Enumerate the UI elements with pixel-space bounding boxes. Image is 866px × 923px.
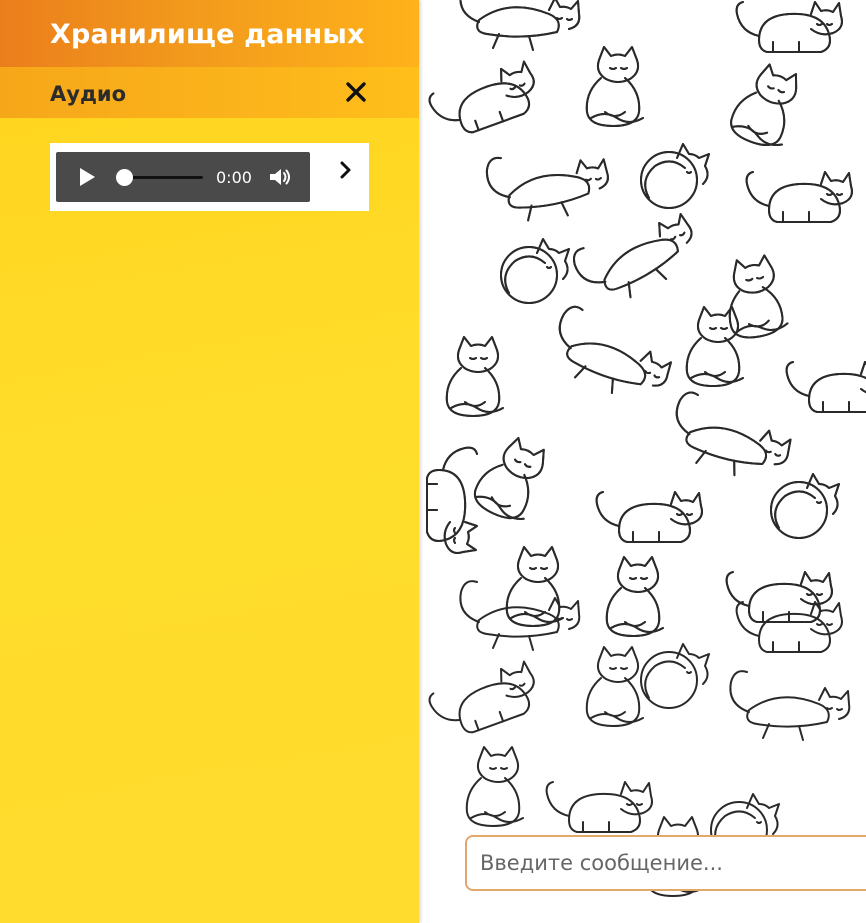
time-label: 0:00 [216,168,252,187]
cat-pattern-background [426,0,866,897]
volume-button[interactable] [268,166,292,188]
audio-item-card: 0:00 [50,143,369,211]
close-icon [346,82,366,102]
play-button[interactable] [76,166,98,188]
chat-area [419,0,866,923]
app-root: Хранилище данных Аудио 0:00 [0,0,866,923]
next-button[interactable] [338,160,354,180]
close-button[interactable] [344,80,368,104]
section-bar: Аудио [0,67,419,118]
chevron-right-icon [340,161,351,179]
volume-icon [270,169,290,185]
seek-thumb[interactable] [116,169,133,186]
play-icon [80,168,95,186]
panel-title: Хранилище данных [50,19,365,50]
storage-panel: Хранилище данных Аудио 0:00 [0,0,419,923]
audio-player[interactable]: 0:00 [56,152,310,202]
section-title: Аудио [50,82,127,106]
message-input[interactable] [465,835,866,891]
seek-bar[interactable] [125,176,203,179]
panel-header: Хранилище данных [0,0,419,67]
